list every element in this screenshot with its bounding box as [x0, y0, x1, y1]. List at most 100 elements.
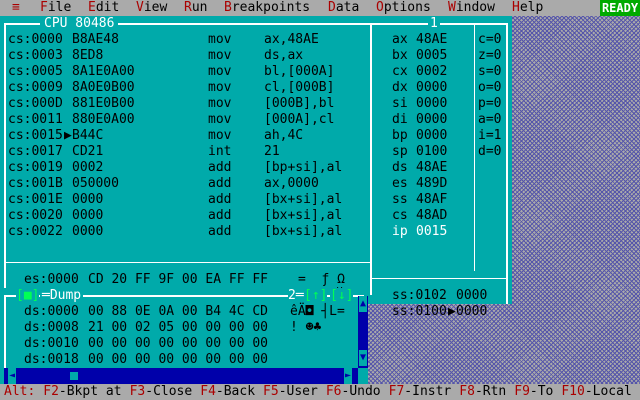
- disasm-row[interactable]: cs:001E 0000 add [bx+si],al: [8, 192, 364, 208]
- disasm-row[interactable]: cs:0015 ▶ B44C mov ah,4C: [8, 128, 364, 144]
- disasm-row[interactable]: cs:0011 880E0A00 mov [000A],cl: [8, 112, 364, 128]
- flag-value[interactable]: c=0: [478, 32, 501, 48]
- status-shortcut[interactable]: F3-Close: [130, 384, 193, 400]
- horizontal-scroll-thumb[interactable]: [70, 372, 78, 380]
- dump-zoom-up-button[interactable]: [↑]: [304, 288, 328, 304]
- disasm-row[interactable]: cs:000D 881E0B00 mov [000B],bl: [8, 96, 364, 112]
- stack-row[interactable]: ss:0100 ▶ 0000: [376, 304, 508, 320]
- flag-value[interactable]: o=0: [478, 80, 501, 96]
- register-name: ds: [392, 160, 408, 175]
- disasm-bytes: 050000: [72, 176, 119, 191]
- status-label: -User: [278, 384, 318, 399]
- status-shortcut[interactable]: F7-Instr: [389, 384, 452, 400]
- scroll-up-arrow[interactable]: ▲: [359, 296, 367, 312]
- menu-help[interactable]: Help: [512, 0, 543, 16]
- menu-edit[interactable]: Edit: [88, 0, 119, 16]
- dump-row[interactable]: ds:0018 00 00 00 00 00 00 00 00: [8, 352, 358, 368]
- disassembly-pane[interactable]: cs:0000 B8AE48 mov ax,48AE cs:0003 8ED8 mov d…: [8, 32, 368, 256]
- disasm-row[interactable]: cs:0020 0000 add [bx+si],al: [8, 208, 364, 224]
- status-shortcut[interactable]: F5-User: [263, 384, 318, 400]
- register-row[interactable]: cx 0002: [376, 64, 472, 80]
- menu-bar: ≡ File Edit View Run Breakpoints Data Op…: [0, 0, 640, 16]
- status-shortcut[interactable]: F4-Back: [200, 384, 255, 400]
- disasm-row[interactable]: cs:0009 8A0E0B00 mov cl,[000B]: [8, 80, 364, 96]
- flag-value[interactable]: a=0: [478, 112, 501, 128]
- dump-row[interactable]: ds:0000 00 88 0E 0A 00 B4 4C CD êÄ◘ ┤L=: [8, 304, 358, 320]
- status-shortcut[interactable]: Alt:: [4, 384, 35, 400]
- disasm-mnemonic: mov: [208, 32, 232, 47]
- menu-data[interactable]: Data: [328, 0, 359, 16]
- system-menu-icon[interactable]: ≡: [12, 0, 20, 16]
- disasm-operands: [bp+si],al: [264, 160, 343, 175]
- menu-file[interactable]: File: [40, 0, 71, 16]
- flags-pane[interactable]: c=0 z=0 s=0 o=0 p=0 a=0 i=1 d=0: [478, 32, 506, 256]
- register-name: si: [392, 96, 408, 111]
- flag-value[interactable]: i=1: [478, 128, 501, 144]
- status-shortcut[interactable]: F8-Rtn: [459, 384, 506, 400]
- register-row[interactable]: bx 0005: [376, 48, 472, 64]
- menu-view[interactable]: View: [136, 0, 167, 16]
- register-row[interactable]: es 489D: [376, 176, 472, 192]
- disasm-marker: [64, 80, 72, 96]
- cpu-window[interactable]: CPU 80486 1 cs:0000 B8AE48 mov ax,48AE cs:0…: [0, 16, 512, 319]
- register-row[interactable]: di 0000: [376, 112, 472, 128]
- dump-row[interactable]: ds:0008 21 00 02 05 00 00 00 00 ! ☻♣: [8, 320, 358, 336]
- register-row[interactable]: cs 48AD: [376, 208, 472, 224]
- cpu-window-number: 1: [428, 16, 440, 32]
- register-row[interactable]: bp 0000: [376, 128, 472, 144]
- disasm-marker: [64, 96, 72, 112]
- disasm-row[interactable]: cs:0003 8ED8 mov ds,ax: [8, 48, 364, 64]
- disasm-row[interactable]: cs:0000 B8AE48 mov ax,48AE: [8, 32, 364, 48]
- status-shortcut[interactable]: F10-Local: [561, 384, 631, 400]
- register-name: di: [392, 112, 408, 127]
- scroll-right-arrow[interactable]: ►: [344, 368, 352, 384]
- disasm-address: cs:0017: [8, 144, 63, 159]
- disasm-row[interactable]: cs:001B 050000 add ax,0000: [8, 176, 364, 192]
- disasm-marker: [64, 64, 72, 80]
- dump-rows[interactable]: ds:0000 00 88 0E 0A 00 B4 4C CD êÄ◘ ┤L= ds:…: [8, 304, 358, 368]
- status-shortcut[interactable]: F9-To: [514, 384, 553, 400]
- disasm-marker: [64, 160, 72, 176]
- register-row[interactable]: dx 0000: [376, 80, 472, 96]
- scroll-left-arrow[interactable]: ◄: [8, 368, 16, 384]
- menu-run[interactable]: Run: [184, 0, 207, 16]
- register-row[interactable]: ds 48AE: [376, 160, 472, 176]
- register-row[interactable]: sp 0100: [376, 144, 472, 160]
- dump-zoom-down-button[interactable]: [↓]: [330, 288, 354, 304]
- scroll-down-arrow[interactable]: ▼: [359, 350, 367, 366]
- disasm-row[interactable]: cs:0005 8A1E0A00 mov bl,[000A]: [8, 64, 364, 80]
- disasm-row[interactable]: cs:0017 CD21 int 21: [8, 144, 364, 160]
- disasm-row[interactable]: cs:0019 0002 add [bp+si],al: [8, 160, 364, 176]
- stack-pane[interactable]: ss:0102 0000 ss:0100 ▶ 0000: [376, 288, 508, 320]
- register-value: 48AF: [416, 192, 448, 207]
- disasm-mnemonic: add: [208, 176, 232, 191]
- disasm-address: cs:0011: [8, 112, 63, 127]
- stack-value: 0000: [456, 288, 488, 303]
- status-shortcut[interactable]: F2-Bkpt at: [43, 384, 121, 400]
- disasm-row[interactable]: cs:0022 0000 add [bx+si],al: [8, 224, 364, 240]
- status-shortcut[interactable]: F6-Undo: [326, 384, 381, 400]
- menu-breakpoints[interactable]: Breakpoints: [224, 0, 310, 16]
- disasm-operands: [000A],cl: [264, 112, 335, 127]
- menu-window[interactable]: Window: [448, 0, 495, 16]
- memory-row[interactable]: es:0000 CD 20 FF 9F 00 EA FF FF = ƒ Ω: [8, 272, 368, 288]
- register-row[interactable]: ip 0015: [376, 224, 472, 240]
- memory-address: es:0000: [24, 272, 79, 287]
- memory-ascii: = ƒ Ω: [298, 272, 345, 287]
- flag-value[interactable]: z=0: [478, 48, 501, 64]
- menu-options[interactable]: Options: [376, 0, 431, 16]
- dump-close-box[interactable]: [■]: [16, 288, 40, 304]
- dump-horizontal-scrollbar[interactable]: [4, 368, 358, 384]
- stack-row[interactable]: ss:0102 0000: [376, 288, 508, 304]
- flag-value[interactable]: s=0: [478, 64, 501, 80]
- register-row[interactable]: ss 48AF: [376, 192, 472, 208]
- register-row[interactable]: ax 48AE: [376, 32, 472, 48]
- flag-value[interactable]: d=0: [478, 144, 501, 160]
- register-value: 0100: [416, 144, 448, 159]
- dump-window[interactable]: [■] ═Dump 2═ [↑] [↓] ds:0000 00 88 0E 0A …: [0, 288, 368, 384]
- register-row[interactable]: si 0000: [376, 96, 472, 112]
- flag-value[interactable]: p=0: [478, 96, 501, 112]
- disasm-operands: bl,[000A]: [264, 64, 335, 79]
- registers-pane[interactable]: ax 48AE bx 0005 cx 0002 dx 0000 si 0000 di 0000 bp 00…: [376, 32, 472, 256]
- dump-row[interactable]: ds:0010 00 00 00 00 00 00 00 00: [8, 336, 358, 352]
